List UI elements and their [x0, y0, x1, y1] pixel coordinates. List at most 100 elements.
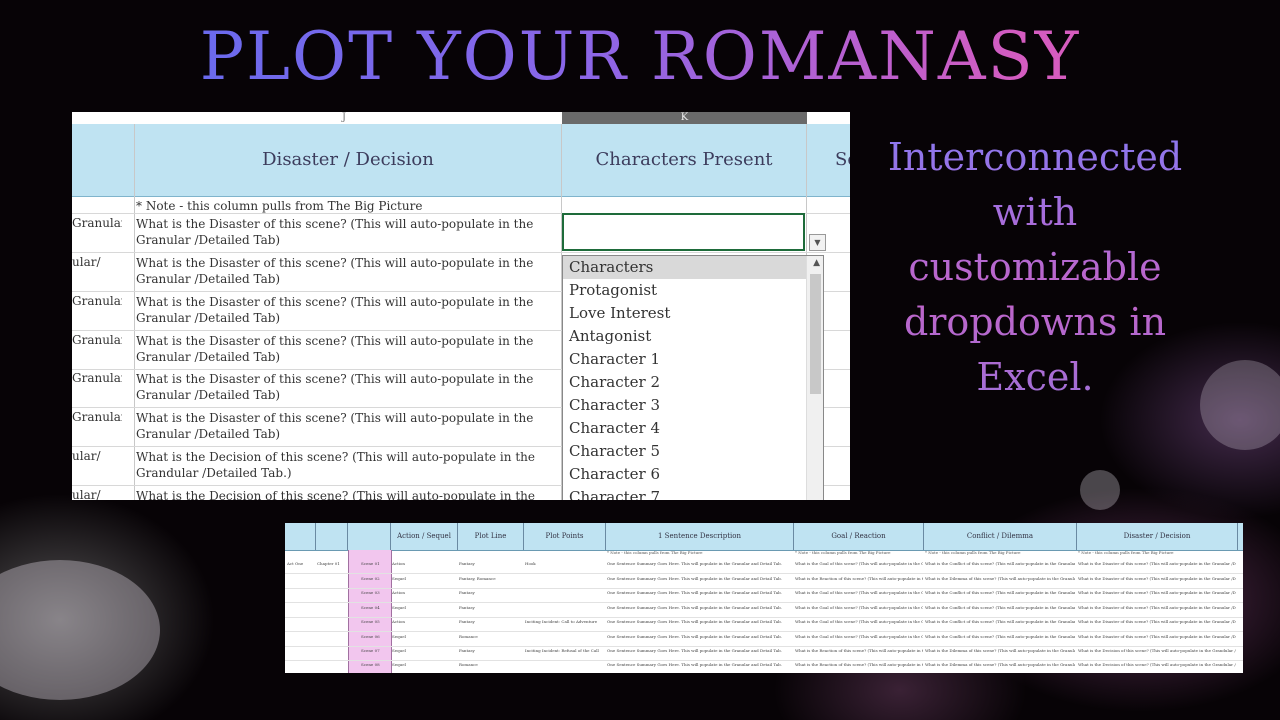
- cell: Action: [392, 590, 405, 595]
- cell: What is the Reaction of this scene? (Thi…: [795, 662, 923, 667]
- cell: What is the Reaction of this scene? (Thi…: [795, 648, 923, 653]
- cell: What is the Goal of this scene? (This wi…: [795, 590, 923, 595]
- cell: Granular: [72, 294, 122, 308]
- column-letter-j[interactable]: J: [342, 112, 346, 123]
- dropdown-option[interactable]: Love Interest: [563, 302, 807, 325]
- cell: What is the Goal of this scene? (This wi…: [795, 605, 923, 610]
- chevron-up-icon[interactable]: ▲: [813, 258, 820, 268]
- cell: What is the Disaster of this scene? (Thi…: [136, 217, 534, 247]
- table-row[interactable]: Scene 03 Action Fantasy One Sentence Sum…: [285, 588, 1243, 604]
- header-cell-characters[interactable]: Characters Present: [562, 124, 807, 196]
- cell: Action: [392, 619, 405, 624]
- cell: Sequel: [392, 662, 406, 667]
- dropdown-option[interactable]: Antagonist: [563, 325, 807, 348]
- cell: What is the Goal of this scene? (This wi…: [795, 619, 923, 624]
- cell: What is the Disaster of this scene? (Thi…: [136, 372, 534, 402]
- cell: Scene 03: [361, 590, 380, 595]
- header-cell[interactable]: Disaster / Decision: [1077, 523, 1238, 550]
- spreadsheet-overview: Action / Sequel Plot Line Plot Points 1 …: [285, 523, 1243, 673]
- header-cell[interactable]: Plot Points: [524, 523, 606, 550]
- header-cell[interactable]: Conflict / Dilemma: [924, 523, 1077, 550]
- header-row: Action / Sequel Plot Line Plot Points 1 …: [285, 523, 1243, 551]
- dropdown-option[interactable]: Character 6: [563, 463, 807, 486]
- table-row[interactable]: Scene 08 Sequel Romance One Sentence Sum…: [285, 660, 1243, 673]
- cell: What is the Conflict of this scene? (Thi…: [925, 561, 1075, 566]
- cell: What is the Conflict of this scene? (Thi…: [925, 590, 1075, 595]
- header-cell[interactable]: Goal / Reaction: [794, 523, 924, 550]
- header-cell[interactable]: 1 Sentence Description: [606, 523, 794, 550]
- dropdown-option[interactable]: Character 2: [563, 371, 807, 394]
- cell: Granular: [72, 410, 122, 424]
- table-row[interactable]: Scene 06 Sequel Romance One Sentence Sum…: [285, 632, 1243, 648]
- dropdown-option[interactable]: Protagonist: [563, 279, 807, 302]
- cell: Action: [392, 561, 405, 566]
- dropdown-option[interactable]: Character 5: [563, 440, 807, 463]
- table-row[interactable]: Scene 07 Sequel Fantasy Inciting Inciden…: [285, 646, 1243, 662]
- active-cell-characters[interactable]: [562, 213, 805, 251]
- cell: ular/: [72, 255, 101, 269]
- cell: Scene 07: [361, 648, 380, 653]
- cell: One Sentence Summary Goes Here. This wil…: [607, 590, 782, 595]
- characters-dropdown-list[interactable]: Characters Protagonist Love Interest Ant…: [562, 255, 824, 500]
- caption-line: Interconnected: [887, 135, 1183, 179]
- dropdown-option[interactable]: Character 7: [563, 486, 807, 500]
- cell: Granular: [72, 371, 122, 385]
- note-row[interactable]: * Note - this column pulls from The Big …: [72, 197, 850, 214]
- header-cell[interactable]: [348, 523, 391, 550]
- cell: Chapter 01: [317, 561, 340, 566]
- note-text: * Note - this column pulls from The Big …: [795, 550, 891, 555]
- cell: One Sentence Summary Goes Here. This wil…: [607, 634, 782, 639]
- cell: One Sentence Summary Goes Here. This wil…: [607, 619, 782, 624]
- table-row[interactable]: Scene 02 Sequel Fantasy, Romance One Sen…: [285, 574, 1243, 590]
- table-row[interactable]: Scene 04 Sequel Fantasy One Sentence Sum…: [285, 603, 1243, 619]
- header-cell-disaster[interactable]: Disaster / Decision: [135, 124, 562, 196]
- header-cell[interactable]: Plot Line: [458, 523, 524, 550]
- cell: What is the Disaster of this scene? (Thi…: [136, 295, 534, 325]
- chevron-down-icon: ▼: [814, 238, 821, 247]
- cell: Act One: [287, 561, 304, 566]
- dropdown-option[interactable]: Characters: [563, 256, 807, 279]
- cell: What is the Decision of this scene? (Thi…: [1078, 662, 1236, 667]
- cell: ular/: [72, 449, 101, 463]
- cell: Granular: [72, 333, 122, 347]
- column-letter-k[interactable]: K: [562, 112, 807, 124]
- note-text: * Note - this column pulls from The Big …: [1078, 550, 1174, 555]
- note-text: * Note - this column pulls from The Big …: [136, 199, 423, 213]
- scrollbar-thumb[interactable]: [810, 274, 821, 394]
- cell: What is the Disaster of this scene? (Thi…: [1078, 619, 1236, 624]
- cell: Romance: [459, 634, 478, 639]
- cell: What is the Reaction of this scene? (Thi…: [795, 576, 923, 581]
- caption-line: Excel.: [976, 355, 1094, 399]
- cell: What is the Dilemma of this scene? (This…: [925, 576, 1075, 581]
- cell: What is the Disaster of this scene? (Thi…: [1078, 590, 1236, 595]
- cell: What is the Dilemma of this scene? (This…: [925, 662, 1075, 667]
- cell: Inciting Incident: Call to Adventure: [525, 619, 598, 624]
- header-cell[interactable]: [285, 523, 316, 550]
- caption-line: dropdowns in: [903, 300, 1167, 344]
- cell: What is the Disaster of this scene? (Thi…: [136, 411, 534, 441]
- header-cell-next[interactable]: Se: [807, 124, 850, 196]
- dropdown-option[interactable]: Character 4: [563, 417, 807, 440]
- dropdown-option[interactable]: Character 3: [563, 394, 807, 417]
- caption-line: with: [992, 190, 1078, 234]
- cell: ular/: [72, 488, 101, 500]
- header-cell[interactable]: [316, 523, 348, 550]
- cell: What is the Conflict of this scene? (Thi…: [925, 619, 1075, 624]
- cell: Scene 02: [361, 576, 380, 581]
- cell: What is the Disaster of this scene? (Thi…: [1078, 634, 1236, 639]
- header-cell[interactable]: Action / Sequel: [391, 523, 458, 550]
- header-cell-blank[interactable]: [72, 124, 135, 196]
- table-row[interactable]: Act One Chapter 01 Scene 01 Action Fanta…: [285, 559, 1243, 575]
- dropdown-option[interactable]: Character 1: [563, 348, 807, 371]
- paint-splash: [1080, 470, 1120, 510]
- table-row[interactable]: Scene 05 Action Fantasy Inciting Inciden…: [285, 617, 1243, 633]
- cell: Fantasy: [459, 619, 475, 624]
- dropdown-scrollbar[interactable]: ▲: [806, 256, 823, 500]
- cell: Sequel: [392, 605, 406, 610]
- cell: One Sentence Summary Goes Here. This wil…: [607, 576, 782, 581]
- cell: Fantasy, Romance: [459, 576, 496, 581]
- cell: What is the Disaster of this scene? (Thi…: [1078, 561, 1236, 566]
- spreadsheet-main: J K Disaster / Decision Characters Prese…: [72, 112, 850, 500]
- dropdown-arrow-button[interactable]: ▼: [809, 234, 826, 251]
- paint-splash: [1200, 360, 1280, 450]
